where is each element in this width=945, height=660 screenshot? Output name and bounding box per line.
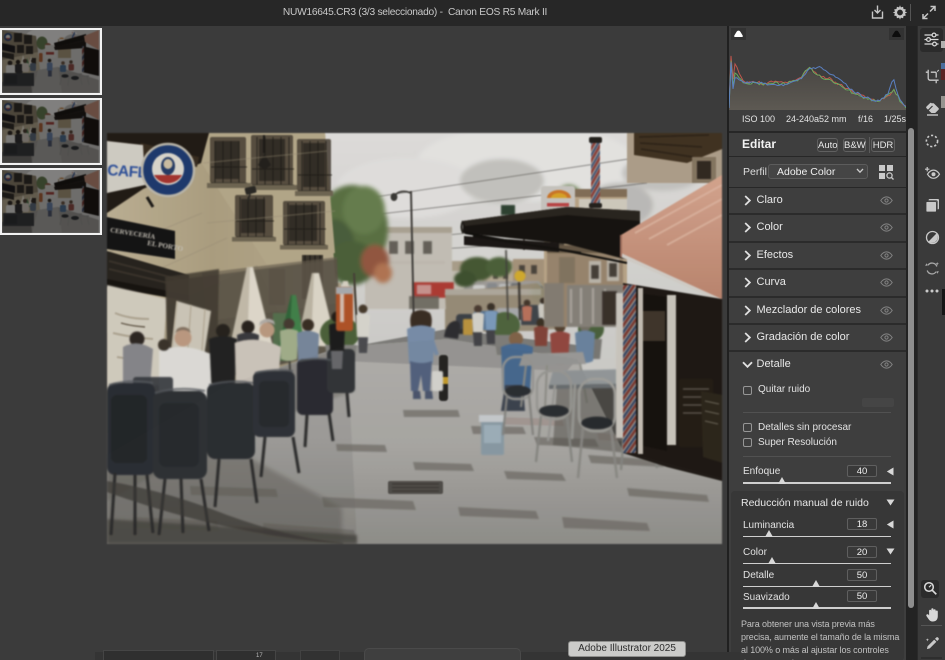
svg-text:24-240a52 mm: 24-240a52 mm: [786, 114, 847, 124]
svg-text:f/16: f/16: [858, 114, 873, 124]
svg-text:1/25s: 1/25s: [884, 114, 906, 124]
svg-text:ISO 100: ISO 100: [742, 114, 775, 124]
